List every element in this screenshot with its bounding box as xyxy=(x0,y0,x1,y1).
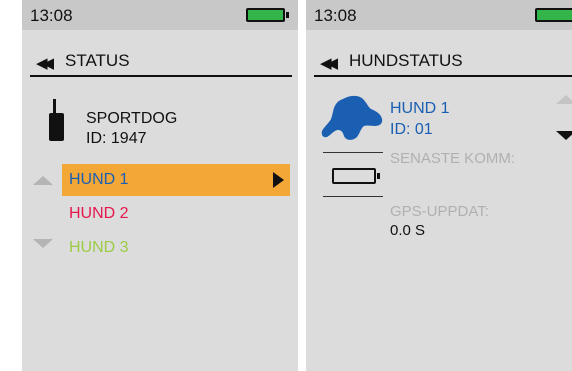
status-bar: 13:08 xyxy=(22,0,298,30)
clock: 13:08 xyxy=(314,6,357,25)
gps-update-label: GPS-UPPDAT: xyxy=(390,203,489,220)
screen-header: ◀◀ STATUS xyxy=(22,40,298,80)
dog-name: HUND 1 xyxy=(390,100,450,117)
handheld-remote-icon xyxy=(49,99,64,141)
battery-full-icon xyxy=(246,8,289,22)
double-left-arrow-icon[interactable]: ◀◀ xyxy=(36,54,54,72)
dog-id: ID: 01 xyxy=(390,121,433,138)
list-item-hund-3[interactable]: HUND 3 xyxy=(62,232,290,264)
scroll-up-icon[interactable] xyxy=(556,95,572,104)
scroll-up-icon[interactable] xyxy=(33,176,53,185)
list-item-label: HUND 2 xyxy=(69,205,129,222)
device-id: ID: 1947 xyxy=(86,130,147,147)
header-divider xyxy=(314,75,572,77)
list-item-hund-1[interactable]: HUND 1 xyxy=(62,164,290,196)
list-item-label: HUND 3 xyxy=(69,239,129,256)
battery-full-icon xyxy=(535,8,572,22)
page-title: HUNDSTATUS xyxy=(349,51,463,70)
dog-status-screen: 13:08 ◀◀ HUNDSTATUS HUND 1 ID: 01 SENAST… xyxy=(306,0,572,371)
divider xyxy=(323,152,383,153)
divider xyxy=(323,196,383,197)
double-left-arrow-icon[interactable]: ◀◀ xyxy=(320,54,338,72)
screen-header: ◀◀ HUNDSTATUS xyxy=(306,40,572,80)
list-item-label: HUND 1 xyxy=(69,171,129,188)
chevron-right-icon xyxy=(273,172,284,188)
dog-head-icon xyxy=(321,95,383,140)
scroll-down-icon[interactable] xyxy=(33,239,53,248)
page-title: STATUS xyxy=(65,51,130,70)
last-comm-label: SENASTE KOMM: xyxy=(390,150,516,167)
header-divider xyxy=(30,75,292,77)
clock: 13:08 xyxy=(30,6,73,25)
scroll-down-icon[interactable] xyxy=(556,131,572,140)
status-screen: 13:08 ◀◀ STATUS SPORTDOG ID: 1947 HUND 1… xyxy=(22,0,298,371)
gps-update-value: 0.0 S xyxy=(390,222,426,239)
battery-empty-icon xyxy=(332,168,380,184)
status-bar: 13:08 xyxy=(306,0,572,30)
list-item-hund-2[interactable]: HUND 2 xyxy=(62,198,290,230)
device-name: SPORTDOG xyxy=(86,110,178,127)
